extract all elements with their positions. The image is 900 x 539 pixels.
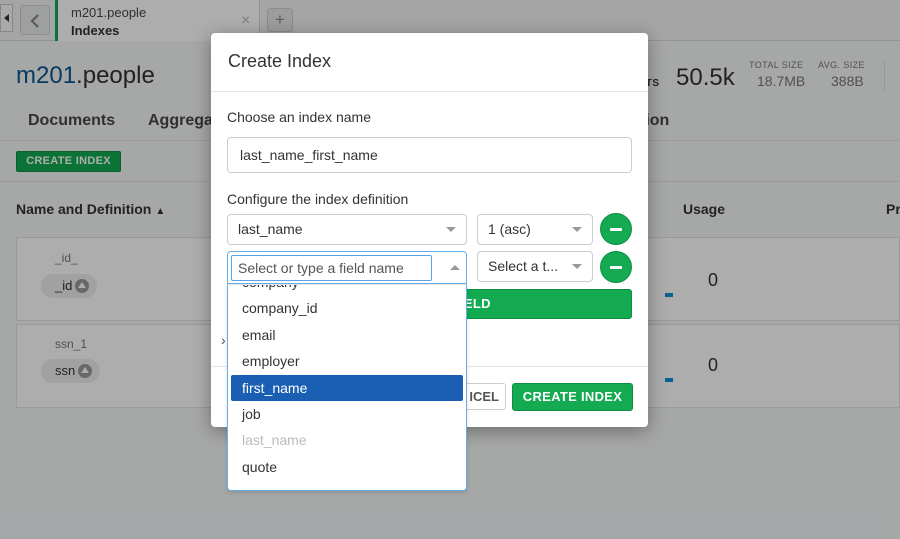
field-select-1-value: last_name — [238, 221, 303, 237]
field-search-input[interactable] — [231, 255, 432, 281]
chevron-right-icon[interactable]: › — [221, 332, 226, 348]
cancel-button[interactable]: ICEL — [461, 383, 506, 410]
type-select-2[interactable]: Select a t... — [477, 251, 593, 282]
index-name-input[interactable] — [227, 137, 632, 173]
index-name-label: Choose an index name — [227, 109, 371, 125]
type-select-1[interactable]: 1 (asc) — [477, 214, 593, 245]
chevron-up-icon[interactable] — [450, 265, 460, 270]
field-option[interactable]: email — [231, 322, 463, 348]
field-select-1[interactable]: last_name — [227, 214, 467, 245]
index-definition-label: Configure the index definition — [227, 191, 409, 207]
add-field-button[interactable]: IELD — [457, 289, 632, 319]
chevron-down-icon — [572, 227, 582, 232]
field-option[interactable]: job — [231, 401, 463, 427]
field-dropdown-menu[interactable]: companycompany_idemailemployerfirst_name… — [227, 284, 467, 491]
chevron-down-icon — [446, 227, 456, 232]
field-option[interactable]: company — [231, 285, 463, 295]
modal-title: Create Index — [228, 51, 332, 71]
modal-header-divider — [211, 91, 648, 92]
remove-field-button-2[interactable] — [600, 251, 632, 283]
field-option-list: companycompany_idemailemployerfirst_name… — [228, 285, 466, 490]
create-index-submit-button[interactable]: CREATE INDEX — [512, 383, 633, 411]
field-option[interactable]: company_id — [231, 295, 463, 321]
remove-field-button-1[interactable] — [600, 213, 632, 245]
chevron-down-icon — [572, 264, 582, 269]
field-option[interactable]: first_name — [231, 374, 463, 401]
field-option[interactable]: quote — [231, 454, 463, 480]
field-option: last_name — [242, 432, 307, 449]
field-option[interactable]: ssn — [231, 480, 463, 490]
field-select-2[interactable] — [227, 251, 467, 284]
type-select-1-value: 1 (asc) — [488, 221, 531, 237]
field-option[interactable]: employer — [231, 348, 463, 374]
type-select-2-value: Select a t... — [488, 258, 559, 274]
